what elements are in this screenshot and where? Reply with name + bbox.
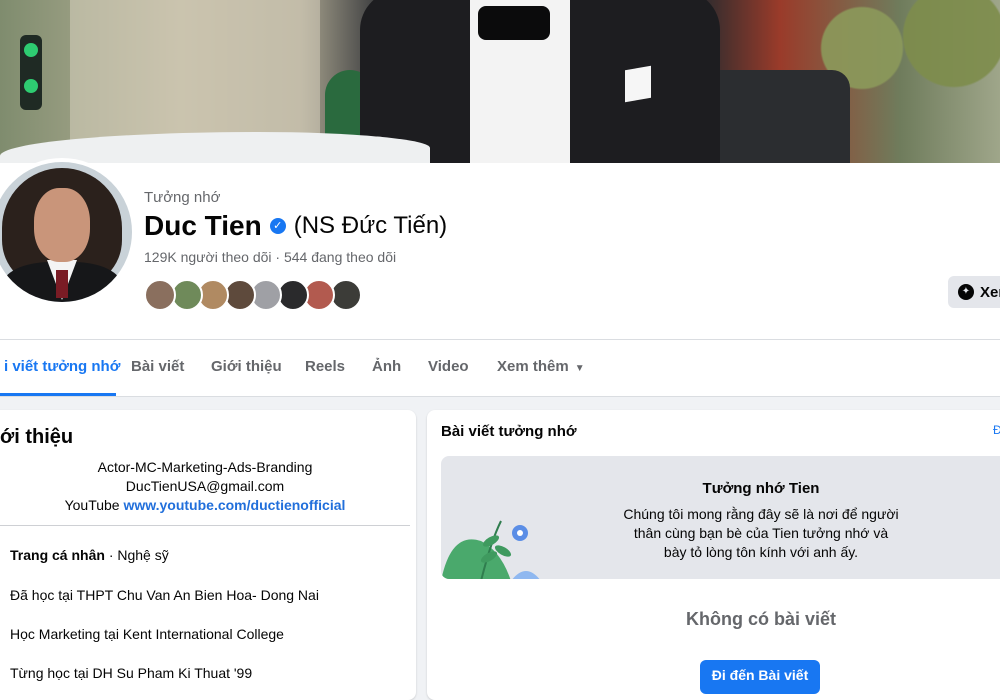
cover-pocket-square — [625, 65, 651, 103]
bio-line-3: YouTube www.youtube.com/ductienofficial — [0, 496, 410, 515]
messenger-icon: ✦ — [958, 284, 974, 300]
intro-item-school: Đã học tại THPT Chu Van An Bien Hoa- Don… — [10, 587, 319, 603]
traffic-light — [20, 35, 42, 110]
verified-badge-icon: ✓ — [269, 218, 286, 234]
go-to-posts-button[interactable]: Đi đến Bài viết — [700, 660, 820, 694]
youtube-link[interactable]: www.youtube.com/ductienofficial — [123, 497, 345, 513]
cover-bowtie — [478, 6, 550, 40]
cover-car-right — [700, 70, 850, 163]
banner-title: Tưởng nhớ Tien — [702, 480, 820, 497]
tab-photos[interactable]: Ảnh — [372, 340, 401, 396]
tab-memorial-posts[interactable]: i viết tưởng nhớ — [0, 340, 120, 396]
follow-stats: 129K người theo dõi · 544 đang theo dõi — [144, 249, 396, 265]
cover-photo[interactable] — [0, 0, 1000, 163]
memorial-label: Tưởng nhớ — [144, 189, 221, 206]
profile-name: Duc Tien — [144, 210, 262, 241]
bio-line-1: Actor-MC-Marketing-Ads-Branding — [97, 459, 313, 475]
youtube-prefix: YouTube — [64, 497, 120, 513]
profile-tabs: i viết tưởng nhớ Bài viết Giới thiệu Ree… — [0, 340, 1000, 397]
intro-page-type: Trang cá nhân · Nghệ sỹ — [10, 547, 169, 563]
no-posts-label: Không có bài viết — [685, 609, 836, 629]
tab-about[interactable]: Giới thiệu — [211, 340, 282, 396]
caret-down-icon: ▼ — [574, 363, 585, 374]
intro-bio: Actor-MC-Marketing-Ads-Branding DucTienU… — [0, 458, 410, 515]
following-count[interactable]: 544 đang theo dõi — [284, 249, 396, 265]
followers-count[interactable]: 129K người theo dõi — [144, 249, 272, 265]
profile-alt-name: (NS Đức Tiến) — [293, 212, 448, 239]
edit-link[interactable]: Đ — [993, 423, 1000, 437]
page-type-label: Trang cá nhân — [10, 547, 105, 563]
profile-name-row: Duc Tien ✓ (NS Đức Tiến) — [144, 210, 447, 242]
banner-text: Chúng tôi mong rằng đây sẽ là nơi để ngư… — [441, 505, 1000, 562]
intro-title: ới thiệu — [0, 426, 74, 448]
tab-video[interactable]: Video — [428, 340, 469, 396]
banner-text-line-3: bày tỏ lòng tôn kính với anh ấy. — [663, 544, 859, 560]
banner-text-line-1: Chúng tôi mong rằng đây sẽ là nơi để ngư… — [623, 506, 899, 522]
memorial-posts-title: Bài viết tưởng nhớ — [441, 423, 577, 440]
intro-item-college: Học Marketing tại Kent International Col… — [10, 626, 284, 642]
bio-line-2: DucTienUSA@gmail.com — [125, 478, 285, 494]
banner-text-line-2: thân cùng bạn bè của Tien tưởng nhớ và — [633, 525, 889, 541]
intro-divider — [0, 525, 410, 526]
tab-reels[interactable]: Reels — [305, 340, 345, 396]
stats-separator: · — [275, 249, 281, 265]
friend-avatar[interactable] — [144, 279, 176, 311]
tab-more-label: Xem thêm — [497, 358, 569, 375]
tab-posts[interactable]: Bài viết — [131, 340, 184, 396]
message-button-label: Xem — [980, 283, 1000, 301]
intro-item-university: Từng học tại DH Su Pham Ki Thuat '99 — [10, 665, 253, 681]
message-button[interactable]: ✦ Xem — [948, 276, 1000, 308]
tab-more[interactable]: Xem thêm ▼ — [497, 340, 585, 396]
profile-avatar[interactable] — [0, 158, 136, 306]
page-type-value: · Nghệ sỹ — [108, 547, 169, 563]
